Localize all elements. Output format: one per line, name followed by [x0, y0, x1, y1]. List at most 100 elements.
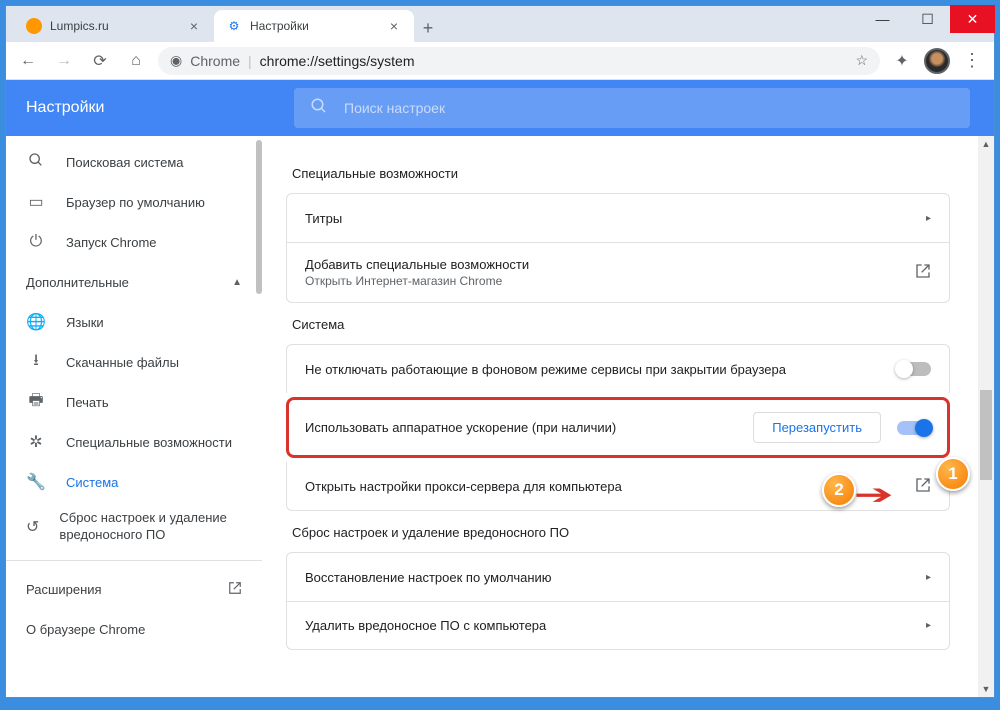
settings-title: Настройки — [26, 99, 294, 117]
row-hardware-acceleration[interactable]: Использовать аппаратное ускорение (при н… — [286, 397, 950, 458]
sidebar-item-label: Браузер по умолчанию — [66, 195, 205, 210]
globe-icon: 🌐 — [26, 312, 46, 332]
settings-content: ▲ ▼ 1 2 ➔ Специальные возможности Титры … — [262, 136, 994, 697]
power-icon: ⏻ — [26, 233, 46, 251]
row-label: Не отключать работающие в фоновом режиме… — [305, 362, 786, 377]
sidebar-item-search-engine[interactable]: Поисковая система — [6, 142, 262, 182]
search-icon — [310, 97, 328, 120]
sidebar-item-languages[interactable]: 🌐 Языки — [6, 302, 262, 342]
tab-close-icon[interactable]: × — [186, 18, 202, 34]
tab-strip: Lumpics.ru × ⚙ Настройки × + — [6, 6, 994, 42]
tab-close-icon[interactable]: × — [386, 18, 402, 34]
settings-sidebar: Поисковая система ▭ Браузер по умолчанию… — [6, 136, 262, 697]
reset-card: Восстановление настроек по умолчанию ▸ У… — [286, 552, 950, 650]
window-close-button[interactable]: ✕ — [950, 5, 995, 33]
browser-window: Lumpics.ru × ⚙ Настройки × + ← → ⟳ ⌂ ◉ C… — [5, 5, 995, 698]
settings-search-input[interactable] — [344, 100, 954, 116]
sidebar-item-reset[interactable]: ↺ Сброс настроек и удаление вредоносного… — [6, 502, 262, 552]
sidebar-item-label: Поисковая система — [66, 155, 184, 170]
sidebar-item-label: Специальные возможности — [66, 435, 232, 450]
annotation-callout-2: 2 — [822, 473, 856, 507]
row-label: Использовать аппаратное ускорение (при н… — [305, 420, 616, 435]
sidebar-item-on-startup[interactable]: ⏻ Запуск Chrome — [6, 222, 262, 262]
sidebar-item-default-browser[interactable]: ▭ Браузер по умолчанию — [6, 182, 262, 222]
sidebar-item-system[interactable]: 🔧 Система — [6, 462, 262, 502]
scroll-up-arrow-icon[interactable]: ▲ — [978, 136, 994, 152]
profile-avatar[interactable] — [924, 48, 950, 74]
accessibility-icon: ✲ — [26, 432, 46, 452]
row-label: Восстановление настроек по умолчанию — [305, 570, 552, 585]
chevron-right-icon: ▸ — [926, 572, 931, 583]
reload-button[interactable]: ⟳ — [86, 47, 114, 75]
annotation-callout-1: 1 — [936, 457, 970, 491]
chrome-menu-button[interactable]: ⋮ — [958, 50, 986, 71]
sidebar-group-advanced[interactable]: Дополнительные ▲ — [6, 262, 262, 302]
extensions-icon[interactable]: ✦ — [888, 47, 916, 75]
chevron-right-icon: ▸ — [926, 213, 931, 224]
sidebar-item-accessibility[interactable]: ✲ Специальные возможности — [6, 422, 262, 462]
wrench-icon: 🔧 — [26, 472, 46, 492]
sidebar-item-printing[interactable]: 🖶 Печать — [6, 382, 262, 422]
new-tab-button[interactable]: + — [414, 14, 442, 42]
row-label: Титры — [305, 211, 342, 226]
content-scrollbar-thumb[interactable] — [980, 390, 992, 480]
reset-icon: ↺ — [26, 517, 39, 537]
sidebar-item-about[interactable]: О браузере Chrome — [6, 610, 262, 649]
tab-title: Настройки — [250, 19, 378, 33]
system-card: Не отключать работающие в фоновом режиме… — [286, 344, 950, 393]
section-title-system: Система — [292, 317, 950, 332]
row-captions[interactable]: Титры ▸ — [287, 194, 949, 242]
scroll-down-arrow-icon[interactable]: ▼ — [978, 681, 994, 697]
row-background-apps[interactable]: Не отключать работающие в фоновом режиме… — [287, 345, 949, 393]
open-external-icon — [228, 581, 242, 598]
settings-favicon: ⚙ — [226, 18, 242, 34]
row-label: Добавить специальные возможности — [305, 257, 529, 272]
tab-title: Lumpics.ru — [50, 19, 178, 33]
open-external-icon — [915, 263, 931, 282]
lumpics-favicon — [26, 18, 42, 34]
section-title-accessibility: Специальные возможности — [292, 166, 950, 181]
content-scrollbar-track[interactable]: ▲ ▼ — [978, 136, 994, 697]
sidebar-item-label: Расширения — [26, 582, 102, 597]
sidebar-item-label: Сброс настроек и удаление вредоносного П… — [59, 510, 242, 544]
sidebar-group-label: Дополнительные — [26, 275, 129, 290]
url-text: chrome://settings/system — [260, 53, 415, 69]
tab-lumpics[interactable]: Lumpics.ru × — [14, 10, 214, 42]
open-external-icon — [915, 477, 931, 496]
window-minimize-button[interactable]: — — [860, 5, 905, 33]
chevron-up-icon: ▲ — [232, 277, 242, 288]
sidebar-item-label: Запуск Chrome — [66, 235, 157, 250]
row-cleanup-computer[interactable]: Удалить вредоносное ПО с компьютера ▸ — [287, 601, 949, 649]
sidebar-item-label: О браузере Chrome — [26, 622, 145, 637]
restart-button[interactable]: Перезапустить — [753, 412, 881, 443]
annotation-arrow-icon: ➔ — [854, 478, 894, 511]
bookmark-star-icon[interactable]: ☆ — [855, 52, 868, 69]
address-field[interactable]: ◉ Chrome | chrome://settings/system ☆ — [158, 47, 880, 75]
back-button[interactable]: ← — [14, 47, 42, 75]
download-icon: ⭳ — [26, 349, 46, 376]
origin-label: Chrome — [190, 53, 240, 69]
row-sublabel: Открыть Интернет-магазин Chrome — [305, 274, 529, 288]
section-title-reset: Сброс настроек и удаление вредоносного П… — [292, 525, 950, 540]
window-maximize-button[interactable]: ☐ — [905, 5, 950, 33]
settings-body: Поисковая система ▭ Браузер по умолчанию… — [6, 136, 994, 697]
row-label: Открыть настройки прокси-сервера для ком… — [305, 479, 622, 494]
toggle-background-apps[interactable] — [897, 362, 931, 376]
forward-button[interactable]: → — [50, 47, 78, 75]
sidebar-item-label: Языки — [66, 315, 104, 330]
chrome-origin-icon: ◉ — [170, 52, 182, 69]
row-add-accessibility[interactable]: Добавить специальные возможности Открыть… — [287, 242, 949, 302]
home-button[interactable]: ⌂ — [122, 47, 150, 75]
row-restore-defaults[interactable]: Восстановление настроек по умолчанию ▸ — [287, 553, 949, 601]
toggle-hardware-acceleration[interactable] — [897, 421, 931, 435]
sidebar-item-downloads[interactable]: ⭳ Скачанные файлы — [6, 342, 262, 382]
separator: | — [248, 53, 252, 69]
sidebar-item-label: Система — [66, 475, 118, 490]
sidebar-divider — [6, 560, 262, 561]
settings-search-box[interactable] — [294, 88, 970, 128]
accessibility-card: Титры ▸ Добавить специальные возможности… — [286, 193, 950, 303]
sidebar-item-extensions[interactable]: Расширения — [6, 569, 262, 610]
tab-settings[interactable]: ⚙ Настройки × — [214, 10, 414, 42]
window-icon: ▭ — [26, 192, 46, 212]
sidebar-item-label: Печать — [66, 395, 109, 410]
